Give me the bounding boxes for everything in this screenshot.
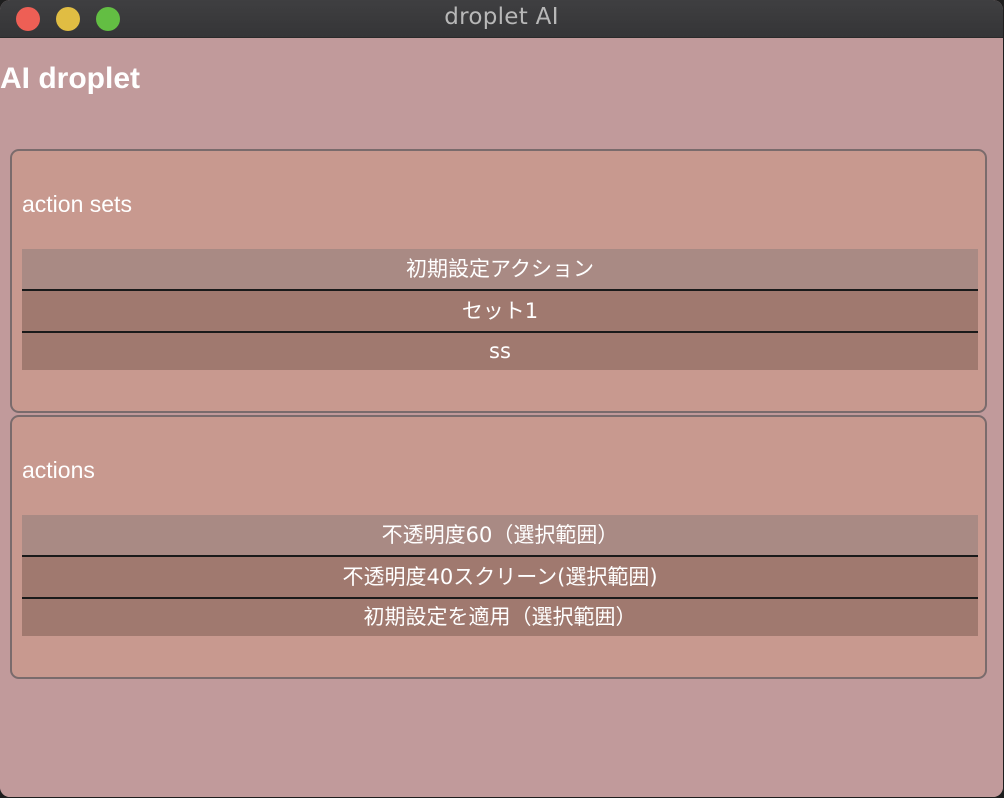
app-heading: AI droplet: [0, 62, 140, 95]
action-item[interactable]: 不透明度60（選択範囲）: [22, 515, 978, 557]
window-title: droplet AI: [444, 4, 559, 30]
title-bar[interactable]: droplet AI: [0, 0, 1003, 38]
action-sets-panel: action sets 初期設定アクション セット1 ss: [10, 149, 987, 413]
app-window: droplet AI AI droplet action sets 初期設定アク…: [0, 0, 1003, 797]
actions-panel: actions 不透明度60（選択範囲） 不透明度40スクリーン(選択範囲) 初…: [10, 415, 987, 679]
action-sets-list: 初期設定アクション セット1 ss: [22, 249, 978, 370]
action-set-item[interactable]: 初期設定アクション: [22, 249, 978, 291]
action-set-item[interactable]: セット1: [22, 291, 978, 333]
action-sets-label: action sets: [22, 191, 132, 217]
action-set-item[interactable]: ss: [22, 333, 978, 370]
action-item[interactable]: 初期設定を適用（選択範囲）: [22, 599, 978, 636]
main-content: AI droplet action sets 初期設定アクション セット1 ss…: [0, 38, 1003, 797]
actions-list: 不透明度60（選択範囲） 不透明度40スクリーン(選択範囲) 初期設定を適用（選…: [22, 515, 978, 636]
action-item[interactable]: 不透明度40スクリーン(選択範囲): [22, 557, 978, 599]
actions-label: actions: [22, 457, 95, 483]
